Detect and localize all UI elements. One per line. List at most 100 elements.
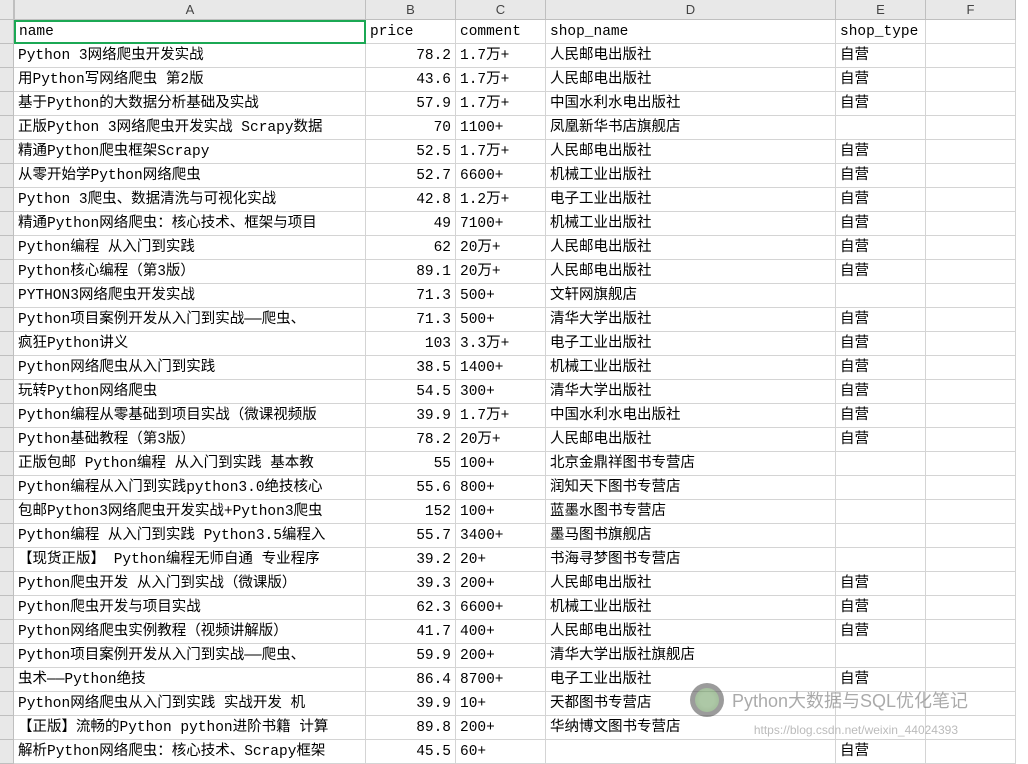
cell-comment-3[interactable]: 1100+ (456, 116, 546, 140)
cell-f-5[interactable] (926, 164, 1016, 188)
cell-comment-15[interactable]: 1.7万+ (456, 404, 546, 428)
cell-f-6[interactable] (926, 188, 1016, 212)
cell-comment-19[interactable]: 100+ (456, 500, 546, 524)
cell-price-12[interactable]: 103 (366, 332, 456, 356)
cell-f-2[interactable] (926, 92, 1016, 116)
row-header-26[interactable] (0, 620, 14, 644)
cell-type-5[interactable]: 自营 (836, 164, 926, 188)
cell-shop-25[interactable]: 清华大学出版社旗舰店 (546, 644, 836, 668)
cell-comment-20[interactable]: 3400+ (456, 524, 546, 548)
cell-f-7[interactable] (926, 212, 1016, 236)
cell-type-10[interactable] (836, 284, 926, 308)
cell-type-15[interactable]: 自营 (836, 404, 926, 428)
row-header-19[interactable] (0, 452, 14, 476)
cell-shop-29[interactable] (546, 740, 836, 764)
cell-f-18[interactable] (926, 476, 1016, 500)
cell-type-11[interactable]: 自营 (836, 308, 926, 332)
cell-shop-15[interactable]: 中国水利水电出版社 (546, 404, 836, 428)
cell-f-26[interactable] (926, 668, 1016, 692)
cell-shop-12[interactable]: 电子工业出版社 (546, 332, 836, 356)
cell-shop-5[interactable]: 机械工业出版社 (546, 164, 836, 188)
row-header-5[interactable] (0, 116, 14, 140)
cell-E1[interactable]: shop_type (836, 20, 926, 44)
cell-name-14[interactable]: 玩转Python网络爬虫 (14, 380, 366, 404)
cell-comment-2[interactable]: 1.7万+ (456, 92, 546, 116)
cell-f-25[interactable] (926, 644, 1016, 668)
cell-type-17[interactable] (836, 452, 926, 476)
row-header-3[interactable] (0, 68, 14, 92)
column-header-E[interactable]: E (836, 0, 926, 20)
cell-shop-6[interactable]: 电子工业出版社 (546, 188, 836, 212)
cell-name-12[interactable]: 疯狂Python讲义 (14, 332, 366, 356)
cell-price-20[interactable]: 55.7 (366, 524, 456, 548)
cell-type-6[interactable]: 自营 (836, 188, 926, 212)
cell-f-19[interactable] (926, 500, 1016, 524)
cell-price-18[interactable]: 55.6 (366, 476, 456, 500)
cell-comment-11[interactable]: 500+ (456, 308, 546, 332)
cell-type-9[interactable]: 自营 (836, 260, 926, 284)
cell-f-13[interactable] (926, 356, 1016, 380)
row-header-20[interactable] (0, 476, 14, 500)
cell-type-1[interactable]: 自营 (836, 68, 926, 92)
cell-f-22[interactable] (926, 572, 1016, 596)
cell-comment-9[interactable]: 20万+ (456, 260, 546, 284)
cell-comment-24[interactable]: 400+ (456, 620, 546, 644)
row-header-31[interactable] (0, 740, 14, 764)
cell-f-28[interactable] (926, 716, 1016, 740)
cell-name-4[interactable]: 精通Python爬虫框架Scrapy (14, 140, 366, 164)
cell-name-18[interactable]: Python编程从入门到实践python3.0绝技核心 (14, 476, 366, 500)
cell-shop-24[interactable]: 人民邮电出版社 (546, 620, 836, 644)
cell-F1[interactable] (926, 20, 1016, 44)
cell-name-13[interactable]: Python网络爬虫从入门到实践 (14, 356, 366, 380)
cell-shop-23[interactable]: 机械工业出版社 (546, 596, 836, 620)
cell-C1[interactable]: comment (456, 20, 546, 44)
cell-name-21[interactable]: 【现货正版】 Python编程无师自通 专业程序 (14, 548, 366, 572)
row-header-28[interactable] (0, 668, 14, 692)
cell-f-9[interactable] (926, 260, 1016, 284)
cell-name-8[interactable]: Python编程 从入门到实践 (14, 236, 366, 260)
cell-price-9[interactable]: 89.1 (366, 260, 456, 284)
cell-name-1[interactable]: 用Python写网络爬虫 第2版 (14, 68, 366, 92)
cell-price-28[interactable]: 89.8 (366, 716, 456, 740)
cell-name-17[interactable]: 正版包邮 Python编程 从入门到实践 基本教 (14, 452, 366, 476)
cell-price-16[interactable]: 78.2 (366, 428, 456, 452)
cell-shop-4[interactable]: 人民邮电出版社 (546, 140, 836, 164)
row-header-4[interactable] (0, 92, 14, 116)
cell-price-19[interactable]: 152 (366, 500, 456, 524)
cell-f-20[interactable] (926, 524, 1016, 548)
row-header-18[interactable] (0, 428, 14, 452)
cell-shop-21[interactable]: 书海寻梦图书专营店 (546, 548, 836, 572)
cell-comment-25[interactable]: 200+ (456, 644, 546, 668)
row-header-7[interactable] (0, 164, 14, 188)
cell-f-3[interactable] (926, 116, 1016, 140)
row-header-27[interactable] (0, 644, 14, 668)
row-header-25[interactable] (0, 596, 14, 620)
cell-price-14[interactable]: 54.5 (366, 380, 456, 404)
cell-name-25[interactable]: Python项目案例开发从入门到实战——爬虫、 (14, 644, 366, 668)
cell-price-22[interactable]: 39.3 (366, 572, 456, 596)
spreadsheet-grid[interactable]: ABCDEFnamepricecommentshop_nameshop_type… (0, 0, 1028, 764)
cell-D1[interactable]: shop_name (546, 20, 836, 44)
cell-price-7[interactable]: 49 (366, 212, 456, 236)
cell-comment-12[interactable]: 3.3万+ (456, 332, 546, 356)
cell-name-2[interactable]: 基于Python的大数据分析基础及实战 (14, 92, 366, 116)
cell-shop-3[interactable]: 凤凰新华书店旗舰店 (546, 116, 836, 140)
cell-name-10[interactable]: PYTHON3网络爬虫开发实战 (14, 284, 366, 308)
cell-price-27[interactable]: 39.9 (366, 692, 456, 716)
cell-name-26[interactable]: 虫术——Python绝技 (14, 668, 366, 692)
cell-type-29[interactable]: 自营 (836, 740, 926, 764)
cell-comment-23[interactable]: 6600+ (456, 596, 546, 620)
row-header-10[interactable] (0, 236, 14, 260)
cell-type-2[interactable]: 自营 (836, 92, 926, 116)
cell-type-22[interactable]: 自营 (836, 572, 926, 596)
cell-shop-2[interactable]: 中国水利水电出版社 (546, 92, 836, 116)
cell-comment-28[interactable]: 200+ (456, 716, 546, 740)
cell-type-4[interactable]: 自营 (836, 140, 926, 164)
cell-name-15[interactable]: Python编程从零基础到项目实战（微课视频版 (14, 404, 366, 428)
cell-type-12[interactable]: 自营 (836, 332, 926, 356)
cell-name-28[interactable]: 【正版】流畅的Python python进阶书籍 计算 (14, 716, 366, 740)
cell-f-15[interactable] (926, 404, 1016, 428)
cell-price-21[interactable]: 39.2 (366, 548, 456, 572)
cell-shop-22[interactable]: 人民邮电出版社 (546, 572, 836, 596)
cell-price-11[interactable]: 71.3 (366, 308, 456, 332)
